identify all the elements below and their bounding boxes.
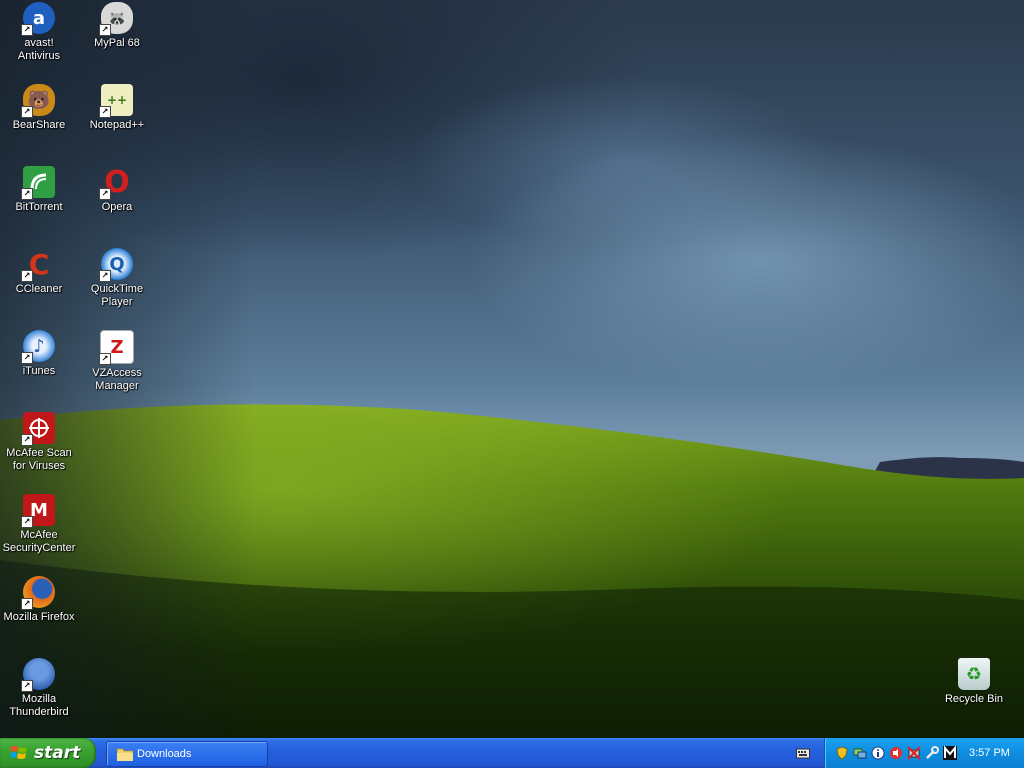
desktop-icon-itunes[interactable]: ♪ ↗ iTunes [0, 330, 78, 378]
desktop-icon-label: QuickTime Player [90, 283, 144, 308]
network-icon[interactable] [853, 746, 867, 760]
volume-icon[interactable] [889, 746, 903, 760]
keyboard-icon[interactable] [796, 747, 810, 759]
desktop-icon-label: McAfee Scan for Viruses [6, 447, 72, 472]
quicktime-icon: Q ↗ [99, 248, 133, 282]
taskbar: start Downloads 3:57 PM [0, 738, 1024, 768]
desktop-icon-label: VZAccess Manager [92, 367, 142, 392]
mcafee-scan-icon: ↗ [21, 412, 55, 446]
shortcut-arrow-icon: ↗ [99, 270, 111, 282]
desktop-icon-label: avast! Antivirus [17, 37, 61, 62]
desktop-icon-label: iTunes [22, 365, 56, 377]
desktop-icon-avast-antivirus[interactable]: a ↗ avast! Antivirus [0, 2, 78, 63]
firefox-icon: ↗ [21, 576, 55, 610]
desktop-icon-label: Opera [101, 201, 133, 213]
mcafee-icon[interactable] [943, 746, 957, 760]
desktop-icon-label: MyPal 68 [94, 37, 140, 49]
shortcut-arrow-icon: ↗ [21, 24, 33, 36]
desktop-icon-label: Mozilla Thunderbird [9, 693, 69, 718]
bearshare-icon: 🐻 ↗ [21, 84, 55, 118]
desktop-icon-mcafee-securitycenter[interactable]: M ↗ McAfee SecurityCenter [0, 494, 78, 555]
desktop-icon-ccleaner[interactable]: C ↗ CCleaner [0, 248, 78, 296]
desktop-icon-mcafee-scan[interactable]: ↗ McAfee Scan for Viruses [0, 412, 78, 473]
desktop-icon-vzaccess-manager[interactable]: Z ↗ VZAccess Manager [78, 330, 156, 393]
mcafee-securitycenter-icon: M ↗ [21, 494, 55, 528]
avast-icon: a ↗ [21, 2, 55, 36]
desktop-icon-bearshare[interactable]: 🐻 ↗ BearShare [0, 84, 78, 132]
opera-icon: O ↗ [99, 165, 133, 200]
shortcut-arrow-icon: ↗ [21, 188, 33, 200]
shortcut-arrow-icon: ↗ [21, 598, 33, 610]
system-tray: 3:57 PM [824, 738, 1024, 768]
clock[interactable]: 3:57 PM [969, 738, 1010, 768]
folder-icon [117, 748, 133, 761]
recycle-bin-icon: ♻ [958, 658, 990, 690]
desktop-icon-label: BearShare [12, 119, 66, 131]
desktop-icon-label: Mozilla Firefox [3, 611, 75, 623]
shortcut-arrow-icon: ↗ [21, 352, 33, 364]
desktop-icon-quicktime-player[interactable]: Q ↗ QuickTime Player [78, 248, 156, 309]
shortcut-arrow-icon: ↗ [21, 516, 33, 528]
shortcut-arrow-icon: ↗ [21, 680, 33, 692]
desktop-icon-recycle-bin[interactable]: ♻ Recycle Bin [935, 658, 1013, 706]
desktop-icon-label: BitTorrent [15, 201, 63, 213]
notepad-plus-plus-icon: ++ ↗ [99, 84, 133, 118]
ccleaner-icon: C ↗ [21, 248, 55, 282]
shortcut-arrow-icon: ↗ [99, 24, 111, 36]
thunderbird-icon: ↗ [21, 658, 55, 692]
shortcut-arrow-icon: ↗ [21, 106, 33, 118]
bittorrent-icon: ↗ [21, 166, 55, 200]
taskbar-item-downloads[interactable]: Downloads [106, 741, 268, 767]
itunes-icon: ♪ ↗ [21, 330, 55, 364]
desktop-icon-mozilla-thunderbird[interactable]: ↗ Mozilla Thunderbird [0, 658, 78, 719]
info-icon[interactable] [871, 746, 885, 760]
tools-icon[interactable] [925, 746, 939, 760]
windows-logo-icon [10, 746, 27, 759]
desktop-icon-mozilla-firefox[interactable]: ↗ Mozilla Firefox [0, 576, 78, 624]
vzaccess-icon: Z ↗ [99, 330, 134, 365]
shield-icon[interactable] [835, 746, 849, 760]
desktop-icon-bittorrent[interactable]: ↗ BitTorrent [0, 166, 78, 214]
desktop: a ↗ avast! Antivirus 🐻 ↗ BearShare ↗ BitTor… [0, 0, 1024, 738]
shortcut-arrow-icon: ↗ [99, 188, 111, 200]
desktop-icon-label: McAfee SecurityCenter [2, 529, 76, 554]
shortcut-arrow-icon: ↗ [21, 434, 33, 446]
start-label: start [34, 743, 81, 763]
start-button[interactable]: start [0, 738, 96, 768]
desktop-icon-mypal[interactable]: 🦝 ↗ MyPal 68 [78, 2, 156, 50]
desktop-icon-label: CCleaner [15, 283, 63, 295]
shortcut-arrow-icon: ↗ [99, 353, 111, 365]
desktop-icon-opera[interactable]: O ↗ Opera [78, 165, 156, 214]
mypal-icon: 🦝 ↗ [99, 2, 133, 36]
desktop-icon-notepad-plus-plus[interactable]: ++ ↗ Notepad++ [78, 84, 156, 132]
shortcut-arrow-icon: ↗ [99, 106, 111, 118]
shortcut-arrow-icon: ↗ [21, 270, 33, 282]
desktop-icon-label: Notepad++ [89, 119, 145, 131]
desktop-icon-label: Recycle Bin [944, 693, 1004, 705]
taskbar-item-label: Downloads [137, 748, 192, 760]
disconnected-icon[interactable] [907, 746, 921, 760]
